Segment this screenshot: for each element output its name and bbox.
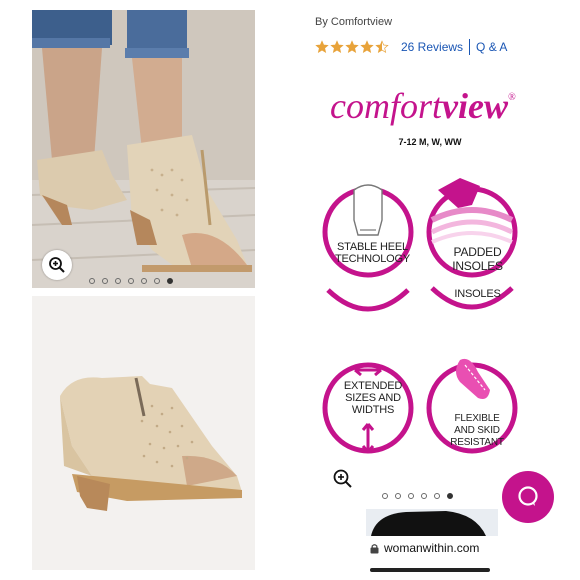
carousel-dot[interactable] xyxy=(115,278,121,284)
carousel-dot[interactable] xyxy=(434,493,440,499)
comfortview-logo: comfortview® xyxy=(330,88,516,126)
next-image-thumbnail[interactable] xyxy=(366,509,498,536)
reviews-link[interactable]: 26 Reviews xyxy=(401,40,463,54)
chat-button[interactable] xyxy=(502,471,554,523)
rating-stars xyxy=(315,40,390,54)
star-icon xyxy=(330,40,344,53)
carousel-dot[interactable] xyxy=(408,493,414,499)
sandal-on-feet-image xyxy=(32,10,255,288)
size-range: 7-12 M, W, WW xyxy=(398,137,462,147)
zoom-in-button[interactable] xyxy=(332,468,354,490)
star-icon xyxy=(375,40,389,53)
sandal-image xyxy=(32,296,255,570)
feature-label-extended-sizes: EXTENDED SIZES AND WIDTHS xyxy=(343,380,403,416)
feature-label-padded-insoles: PADDED INSOLES xyxy=(452,245,503,273)
home-indicator[interactable] xyxy=(370,568,490,572)
carousel-dot[interactable] xyxy=(167,278,173,284)
brand-name-part1: comfort xyxy=(330,88,443,126)
feature-label-stable-heel: STABLE HEEL TECHNOLOGY xyxy=(335,241,411,265)
zoom-in-button[interactable] xyxy=(42,250,72,280)
url-text: womanwithin.com xyxy=(384,541,480,555)
svg-text:comfortview®: comfortview® xyxy=(330,88,516,126)
star-icon xyxy=(345,40,359,53)
carousel-dots[interactable] xyxy=(382,493,453,499)
brand-byline[interactable]: By Comfortview xyxy=(315,16,392,28)
registered-mark: ® xyxy=(508,92,516,103)
divider xyxy=(469,39,471,55)
shoe-thumbnail-image xyxy=(371,511,486,536)
brand-name-part2: view xyxy=(442,88,509,126)
carousel-dot[interactable] xyxy=(102,278,108,284)
product-photo-worn[interactable] xyxy=(32,10,255,288)
rating-row: 26 Reviews Q & A xyxy=(315,39,507,55)
carousel-dot[interactable] xyxy=(89,278,95,284)
carousel-dot[interactable] xyxy=(154,278,160,284)
product-photo-side[interactable] xyxy=(32,296,255,570)
carousel-dot[interactable] xyxy=(141,278,147,284)
chat-bubble-icon xyxy=(518,486,538,506)
carousel-dot[interactable] xyxy=(421,493,427,499)
carousel-dot[interactable] xyxy=(128,278,134,284)
carousel-dots[interactable] xyxy=(89,278,173,284)
browser-url-bar[interactable]: womanwithin.com xyxy=(370,541,479,555)
qa-link[interactable]: Q & A xyxy=(476,40,507,54)
star-icon xyxy=(360,40,374,53)
zoom-in-icon xyxy=(49,257,65,273)
carousel-dot[interactable] xyxy=(447,493,453,499)
carousel-dot[interactable] xyxy=(395,493,401,499)
feature-label-insoles-fragment: INSOLES xyxy=(454,288,501,300)
star-icon xyxy=(315,40,329,53)
zoom-in-icon xyxy=(333,469,352,488)
carousel-dot[interactable] xyxy=(382,493,388,499)
lock-icon xyxy=(370,543,379,553)
feature-label-flexible: FLEXIBLE AND SKID RESISTANT xyxy=(450,413,504,448)
